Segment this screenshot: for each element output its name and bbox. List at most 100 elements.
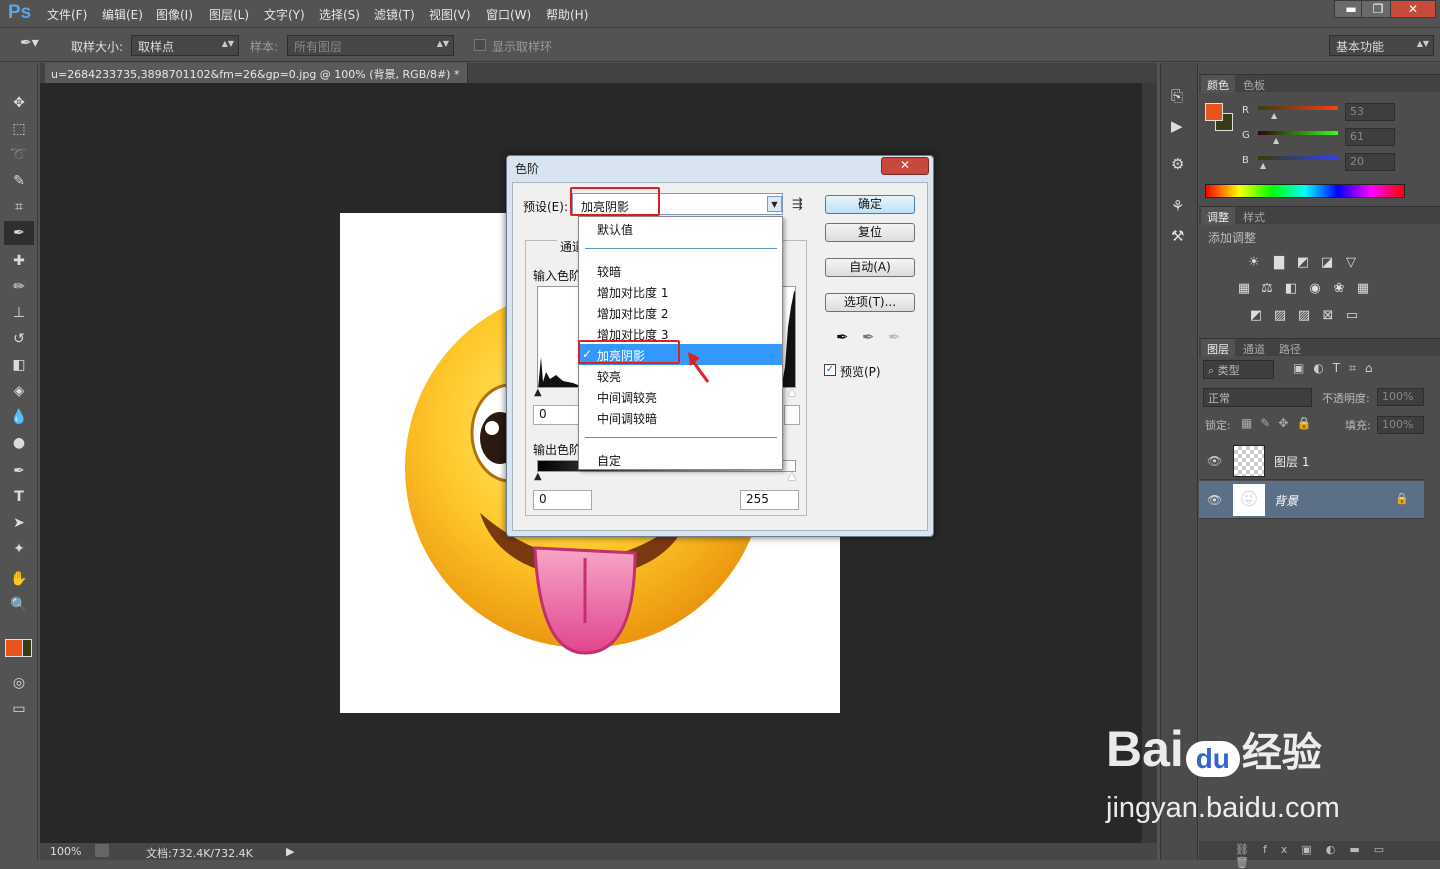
sample-select[interactable]: 所有图层 ▲▼ xyxy=(287,35,454,56)
menu-edit[interactable]: 编辑(E) xyxy=(102,6,143,23)
posterize-icon[interactable]: ▨ xyxy=(1271,308,1289,324)
options-button[interactable]: 选项(T)... xyxy=(825,293,915,312)
brush-tool-icon[interactable]: ✏ xyxy=(4,275,34,299)
dialog-close-button[interactable]: ✕ xyxy=(881,157,929,175)
properties-panel-icon[interactable]: ⚙ xyxy=(1171,155,1184,173)
layer-name[interactable]: 图层 1 xyxy=(1274,453,1309,470)
preset-option[interactable]: 增加对比度 2 xyxy=(579,302,782,323)
lock-icons[interactable]: ▦✎✥🔒 xyxy=(1241,416,1319,430)
eyedropper-tool-icon[interactable]: ✒ xyxy=(4,221,34,245)
g-value-input[interactable]: 61 xyxy=(1345,128,1395,146)
r-value-input[interactable]: 53 xyxy=(1345,103,1395,121)
menu-filter[interactable]: 滤镜(T) xyxy=(374,6,415,23)
color-spectrum-ramp[interactable] xyxy=(1205,184,1405,198)
b-value-input[interactable]: 20 xyxy=(1345,153,1395,171)
curves-icon[interactable]: ◩ xyxy=(1294,255,1312,271)
r-slider[interactable] xyxy=(1258,106,1338,110)
r-slider-handle[interactable]: ▲ xyxy=(1271,111,1277,120)
layer-filter-select[interactable]: ⌕ 类型 xyxy=(1203,360,1274,379)
blur-tool-icon[interactable]: 💧 xyxy=(4,405,34,429)
tab-styles[interactable]: 样式 xyxy=(1237,207,1271,225)
foreground-color-swatch[interactable] xyxy=(5,639,23,657)
quick-select-tool-icon[interactable]: ✎ xyxy=(4,169,34,193)
history-panel-icon[interactable]: ⎘ xyxy=(1171,87,1183,105)
visibility-eye-icon[interactable]: 👁 xyxy=(1207,454,1222,468)
input-white-field[interactable] xyxy=(784,405,800,425)
channel-mixer-icon[interactable]: ❀ xyxy=(1330,281,1348,297)
eraser-tool-icon[interactable]: ◧ xyxy=(4,353,34,377)
color-balance-icon[interactable]: ⚖ xyxy=(1258,281,1276,297)
actions-panel-icon[interactable]: ▶ xyxy=(1171,117,1183,135)
tab-layers[interactable]: 图层 xyxy=(1201,339,1235,357)
exposure-icon[interactable]: ◪ xyxy=(1318,255,1336,271)
opacity-input[interactable]: 100% xyxy=(1377,388,1424,406)
workspace-select[interactable]: 基本功能 ▲▼ xyxy=(1329,35,1434,56)
close-window-button[interactable]: ✕ xyxy=(1390,0,1436,18)
ok-button[interactable]: 确定 xyxy=(825,195,915,214)
menu-help[interactable]: 帮助(H) xyxy=(546,6,588,23)
output-black-field[interactable]: 0 xyxy=(533,490,592,510)
layer-row[interactable]: 👁 图层 1 xyxy=(1199,442,1424,480)
input-black-field[interactable]: 0 xyxy=(533,405,583,425)
preset-option[interactable]: 中间调较亮 xyxy=(579,386,782,407)
shape-tool-icon[interactable]: ✦ xyxy=(4,537,34,561)
path-select-tool-icon[interactable]: ➤ xyxy=(4,511,34,535)
status-menu-arrow-icon[interactable]: ▶ xyxy=(286,845,294,858)
layer-row-selected[interactable]: 👁 😜 背景 🔒 xyxy=(1199,481,1424,519)
document-tab[interactable]: u=2684233735,3898701102&fm=26&gp=0.jpg @… xyxy=(45,63,468,95)
menu-file[interactable]: 文件(F) xyxy=(47,6,87,23)
black-eyedropper-icon[interactable]: ✒ xyxy=(836,328,849,346)
output-black-slider-icon[interactable]: ▲ xyxy=(534,471,542,482)
white-eyedropper-icon[interactable]: ✒ xyxy=(888,328,901,346)
g-slider[interactable] xyxy=(1258,131,1338,135)
layer-filter-icons[interactable]: ▣◐T⌗⌂ xyxy=(1293,361,1382,376)
b-slider[interactable] xyxy=(1258,156,1338,160)
pen-tool-icon[interactable]: ✒ xyxy=(4,459,34,483)
screen-mode-icon[interactable]: ▭ xyxy=(4,697,34,721)
visibility-eye-icon[interactable]: 👁 xyxy=(1207,493,1222,507)
dodge-tool-icon[interactable]: ● xyxy=(4,431,34,455)
tab-paths[interactable]: 路径 xyxy=(1273,339,1307,357)
menu-type[interactable]: 文字(Y) xyxy=(264,6,305,23)
vibrance-icon[interactable]: ▽ xyxy=(1342,255,1360,271)
preset-option[interactable]: 较亮 xyxy=(579,365,782,386)
tab-swatches[interactable]: 色板 xyxy=(1237,75,1271,93)
menu-layer[interactable]: 图层(L) xyxy=(209,6,249,23)
paint-bucket-tool-icon[interactable]: ◈ xyxy=(4,379,34,403)
g-slider-handle[interactable]: ▲ xyxy=(1273,136,1279,145)
tab-adjustments[interactable]: 调整 xyxy=(1201,207,1235,225)
output-white-slider-icon[interactable]: ▲ xyxy=(788,471,796,482)
color-lookup-icon[interactable]: ▦ xyxy=(1354,281,1372,297)
type-tool-icon[interactable]: T xyxy=(4,485,34,509)
lasso-tool-icon[interactable]: ➰ xyxy=(4,143,34,167)
history-brush-tool-icon[interactable]: ↺ xyxy=(4,327,34,351)
tab-channels[interactable]: 通道 xyxy=(1237,339,1271,357)
reset-button[interactable]: 复位 xyxy=(825,223,915,242)
crop-tool-icon[interactable]: ⌗ xyxy=(4,195,34,219)
menu-select[interactable]: 选择(S) xyxy=(319,6,360,23)
blend-mode-select[interactable]: 正常 xyxy=(1203,388,1312,407)
preset-option[interactable]: 中间调较暗 xyxy=(579,407,782,428)
hue-saturation-icon[interactable]: ▦ xyxy=(1235,281,1253,297)
menu-window[interactable]: 窗口(W) xyxy=(486,6,531,23)
photo-filter-icon[interactable]: ◉ xyxy=(1306,281,1324,297)
gray-eyedropper-icon[interactable]: ✒ xyxy=(862,328,875,346)
brightness-icon[interactable]: ☀ xyxy=(1245,255,1263,271)
tab-color[interactable]: 颜色 xyxy=(1201,75,1235,93)
marquee-tool-icon[interactable]: ⬚ xyxy=(4,117,34,141)
layers-footer-icons[interactable]: ⛓fx▣◐▬▭🗑 xyxy=(1199,841,1440,869)
black-white-icon[interactable]: ◧ xyxy=(1282,281,1300,297)
chevron-down-icon[interactable]: ▼ xyxy=(767,196,782,212)
input-white-slider-icon[interactable]: ▲ xyxy=(788,387,796,398)
tool-presets-icon[interactable]: ⚒ xyxy=(1171,227,1184,245)
healing-brush-tool-icon[interactable]: ✚ xyxy=(4,249,34,273)
threshold-icon[interactable]: ▨ xyxy=(1295,308,1313,324)
preset-option[interactable]: 自定 xyxy=(579,449,782,470)
preset-options-icon[interactable]: ⇶ xyxy=(792,197,803,212)
selective-color-icon[interactable]: ⊠ xyxy=(1319,308,1337,324)
color-panel-fg-swatch[interactable] xyxy=(1205,103,1223,121)
status-icon[interactable] xyxy=(95,844,109,857)
preview-checkbox[interactable]: ✓ xyxy=(824,364,836,376)
levels-icon[interactable]: ▇ xyxy=(1270,255,1288,271)
hand-tool-icon[interactable]: ✋ xyxy=(4,567,34,591)
